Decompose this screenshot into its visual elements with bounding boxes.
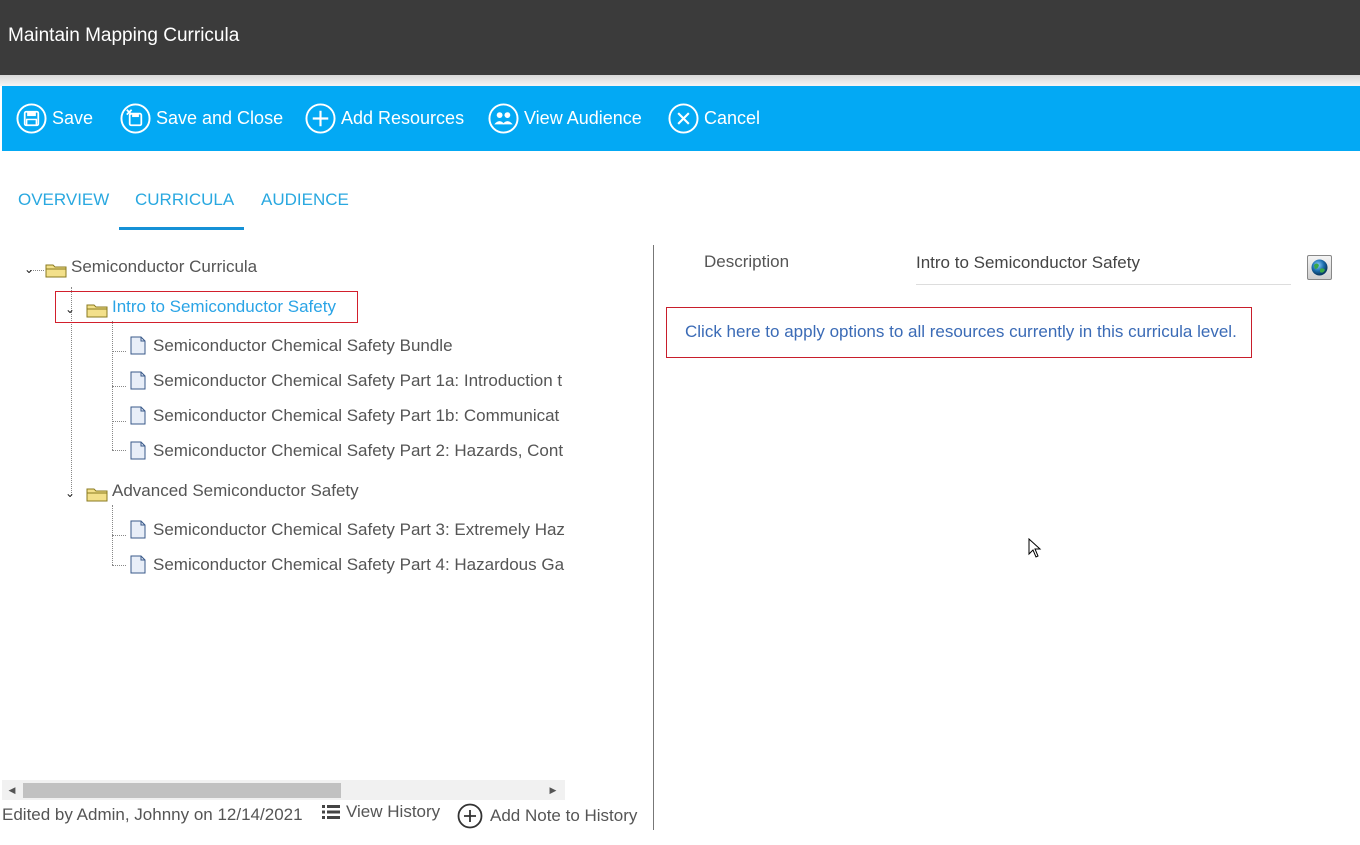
document-icon xyxy=(130,555,146,574)
tab-audience[interactable]: AUDIENCE xyxy=(261,190,349,210)
tree-root-label[interactable]: Semiconductor Curricula xyxy=(71,257,257,277)
tree-connector xyxy=(112,535,126,536)
cancel-button[interactable]: Cancel xyxy=(668,86,760,151)
page-title: Maintain Mapping Curricula xyxy=(8,25,240,46)
tree-item[interactable]: Semiconductor Chemical Safety Bundle xyxy=(153,336,453,356)
title-shadow xyxy=(0,75,1360,86)
document-icon xyxy=(130,441,146,460)
tree-item[interactable]: Semiconductor Chemical Safety Part 3: Ex… xyxy=(153,520,565,540)
tab-curricula[interactable]: CURRICULA xyxy=(135,190,234,210)
tree-connector xyxy=(112,421,126,422)
tree-connector xyxy=(112,351,126,352)
globe-icon xyxy=(1311,259,1328,276)
view-audience-label: View Audience xyxy=(524,108,642,128)
save-and-close-button[interactable]: Save and Close xyxy=(120,86,283,151)
tree-connector xyxy=(112,386,126,387)
document-icon xyxy=(130,336,146,355)
folder-icon xyxy=(86,304,108,318)
audience-icon xyxy=(488,103,519,134)
scrollbar-thumb[interactable] xyxy=(23,783,341,798)
add-note-link[interactable]: Add Note to History xyxy=(457,803,637,829)
translate-button[interactable] xyxy=(1307,255,1332,280)
add-resources-label: Add Resources xyxy=(341,108,465,128)
cancel-label: Cancel xyxy=(704,108,761,128)
mouse-cursor-icon xyxy=(1028,538,1042,558)
view-history-link[interactable]: View History xyxy=(321,802,440,822)
panel-divider xyxy=(653,245,654,830)
tree-item[interactable]: Semiconductor Chemical Safety Part 4: Ha… xyxy=(153,555,564,575)
document-icon xyxy=(130,371,146,390)
save-label: Save xyxy=(52,108,94,128)
apply-options-link[interactable]: Click here to apply options to all resou… xyxy=(685,322,1237,342)
tree-horizontal-scrollbar[interactable]: ◀ ▶ xyxy=(2,780,565,800)
document-icon xyxy=(130,406,146,425)
add-circle-icon xyxy=(457,803,483,829)
tab-overview[interactable]: OVERVIEW xyxy=(18,190,109,210)
tree-item[interactable]: Semiconductor Chemical Safety Part 1a: I… xyxy=(153,371,562,391)
active-tab-indicator xyxy=(119,227,244,230)
add-circle-icon xyxy=(305,103,336,134)
document-icon xyxy=(130,520,146,539)
edited-by-text: Edited by Admin, Johnny on 12/14/2021 xyxy=(2,805,303,824)
chevron-down-icon[interactable]: ⌄ xyxy=(65,486,75,500)
tree-item[interactable]: Semiconductor Chemical Safety Part 1b: C… xyxy=(153,406,559,426)
description-value[interactable]: Intro to Semiconductor Safety xyxy=(916,253,1140,273)
curricula-tree: ⌄ Semiconductor Curricula ⌄ Intro to Sem… xyxy=(0,245,565,780)
description-label: Description xyxy=(704,252,790,271)
chevron-down-icon[interactable]: ⌄ xyxy=(24,262,34,276)
scroll-left-icon[interactable]: ◀ xyxy=(4,780,20,800)
folder-icon xyxy=(86,488,108,502)
scroll-right-icon[interactable]: ▶ xyxy=(545,780,561,800)
title-bar: Maintain Mapping Curricula xyxy=(0,0,1360,75)
add-note-label: Add Note to History xyxy=(490,806,638,825)
cancel-icon xyxy=(668,103,699,134)
footer: Edited by Admin, Johnny on 12/14/2021 Vi… xyxy=(0,800,650,832)
view-audience-button[interactable]: View Audience xyxy=(488,86,642,151)
tree-item[interactable]: Semiconductor Chemical Safety Part 2: Ha… xyxy=(153,441,563,461)
save-icon xyxy=(16,103,47,134)
view-history-label: View History xyxy=(346,802,441,821)
save-close-icon xyxy=(120,103,151,134)
chevron-down-icon[interactable]: ⌄ xyxy=(65,302,75,316)
tree-connector xyxy=(112,450,126,451)
description-field-underline xyxy=(916,284,1291,285)
folder-icon xyxy=(45,264,67,278)
tree-group-label[interactable]: Advanced Semiconductor Safety xyxy=(112,481,359,501)
save-and-close-label: Save and Close xyxy=(156,108,284,128)
add-resources-button[interactable]: Add Resources xyxy=(305,86,464,151)
tree-group-label[interactable]: Intro to Semiconductor Safety xyxy=(112,297,336,317)
save-button[interactable]: Save xyxy=(16,86,93,151)
toolbar: Save Save and Close Add Resources View A… xyxy=(2,86,1360,151)
list-icon xyxy=(322,805,340,819)
tree-connector xyxy=(112,565,126,566)
